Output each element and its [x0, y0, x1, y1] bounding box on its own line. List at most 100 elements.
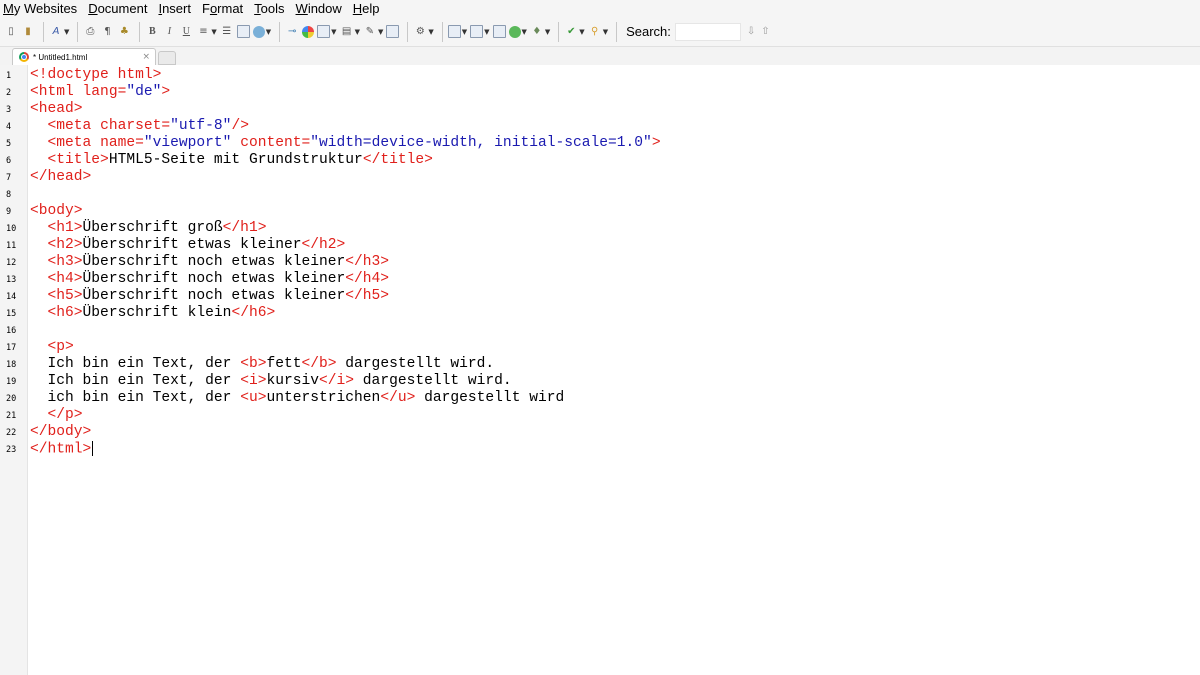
font-style-button[interactable]: A ▼ [49, 21, 70, 43]
validate-button[interactable]: ✔ ▼ [564, 21, 585, 43]
line-number: 14 [6, 292, 17, 302]
dropdown-arrow-icon: ▼ [579, 27, 585, 36]
pages-button[interactable] [386, 21, 400, 43]
code-line: <html lang="de"> [30, 84, 170, 101]
paste-icon: ▮ [25, 26, 31, 37]
code-tag: </h3> [345, 254, 390, 270]
italic-button[interactable]: I [162, 21, 176, 43]
print-button[interactable]: ⎙ [83, 21, 97, 43]
menu-bar: My Websites Document Insert Format Tools… [0, 0, 1200, 17]
window-icon [470, 25, 484, 38]
color-button[interactable] [302, 21, 315, 43]
list-button[interactable]: ☰ [220, 21, 234, 43]
menu-format[interactable]: Format [199, 1, 243, 16]
publish-button[interactable]: ♦ ▼ [530, 21, 550, 43]
settings-button[interactable]: ⚙ ▼ [413, 21, 434, 43]
code-text: Überschrift etwas kleiner [82, 237, 302, 253]
preview-icon [492, 25, 506, 38]
link-button[interactable]: ⊸ [285, 21, 299, 43]
menu-window[interactable]: Window [293, 1, 342, 16]
bold-button[interactable]: B [145, 21, 159, 43]
italic-icon: I [167, 26, 172, 37]
window-button[interactable]: ▼ [470, 21, 490, 43]
code-tag: <head> [30, 101, 83, 117]
code-tag: <p> [47, 339, 74, 355]
code-tag: <h6> [47, 305, 83, 321]
line-number: 4 [6, 122, 12, 132]
code-line: Ich bin ein Text, der <b>fett</b> darges… [30, 356, 495, 373]
code-text: Ich bin ein Text, der [30, 373, 241, 389]
pilcrow-icon: ¶ [104, 26, 111, 37]
code-editor[interactable]: 1 2 3 4 5 6 7 8 9 10 11 12 13 14 15 16 17 18 19 20 21 22 23 <!… [0, 65, 1200, 675]
paragraph-button[interactable]: ¶ [100, 21, 114, 43]
dropdown-arrow-icon: ▼ [521, 27, 527, 36]
menu-document[interactable]: Document [85, 1, 147, 16]
dropdown-arrow-icon: ▼ [64, 27, 70, 36]
bold-icon: B [149, 26, 156, 37]
code-text: Überschrift noch etwas kleiner [82, 271, 346, 287]
code-line: <title>HTML5-Seite mit Grundstruktur</ti… [30, 152, 433, 169]
toolbar-separator [43, 21, 44, 42]
code-tag: </h4> [345, 271, 390, 287]
code-text: Überschrift groß [82, 220, 223, 236]
bullet-list-icon: ☰ [222, 26, 232, 37]
code-tag: </title> [362, 152, 433, 168]
paste-button[interactable]: ▮ [21, 21, 35, 43]
spellcheck-button[interactable]: ♣ [117, 21, 131, 43]
preview-button[interactable] [492, 21, 506, 43]
code-attr: lang= [82, 84, 127, 100]
code-line: </body> [30, 424, 91, 441]
search-next-button[interactable]: ⇩ [747, 26, 755, 37]
code-line: <h2>Überschrift etwas kleiner</h2> [30, 237, 346, 254]
menu-tools[interactable]: Tools [251, 1, 284, 16]
align-left-icon: ≡ [199, 26, 208, 37]
code-text: Überschrift noch etwas kleiner [82, 288, 346, 304]
search-previous-button[interactable]: ⇧ [761, 26, 769, 37]
code-val: "viewport" [143, 135, 232, 151]
dropdown-arrow-icon: ▼ [461, 27, 468, 36]
dropdown-arrow-icon: ▼ [211, 27, 217, 36]
print-icon: ⎙ [86, 26, 95, 37]
copy-button[interactable]: ▯ [4, 21, 18, 43]
line-number: 9 [6, 207, 12, 217]
dropdown-arrow-icon: ▼ [544, 27, 551, 36]
new-page-button[interactable]: ▼ [447, 21, 468, 43]
menu-my-websites[interactable]: My Websites [0, 1, 77, 16]
code-line: <h5>Überschrift noch etwas kleiner</h5> [30, 288, 390, 305]
code-tag: <h4> [47, 271, 83, 287]
code-text: dargestellt wird [415, 390, 565, 406]
line-number: 16 [6, 326, 17, 336]
align-button[interactable]: ≡ ▼ [196, 21, 217, 43]
search-input[interactable] [674, 22, 741, 41]
image-button[interactable]: ▼ [252, 21, 271, 43]
menu-help[interactable]: Help [350, 1, 380, 16]
close-icon[interactable]: × [142, 52, 150, 62]
code-tag: </p> [47, 407, 83, 423]
line-number: 6 [6, 156, 12, 166]
line-number: 1 [6, 71, 12, 81]
code-val: "width=device-width, initial-scale=1.0" [310, 135, 652, 151]
line-number: 2 [6, 88, 12, 98]
dropdown-arrow-icon: ▼ [377, 27, 384, 36]
tab-untitled1[interactable]: * Untitled1.html × [12, 48, 156, 65]
dropdown-arrow-icon: ▼ [428, 27, 434, 36]
new-tab-button[interactable] [158, 51, 176, 65]
edit-button[interactable]: ✎ ▼ [363, 21, 384, 43]
underline-button[interactable]: U [179, 21, 193, 43]
code-tag: </h6> [231, 305, 276, 321]
grid-button[interactable]: ▼ [317, 21, 337, 43]
find-button[interactable]: ⚲ ▼ [588, 21, 608, 43]
code-text: Ich bin ein Text, der [30, 356, 241, 372]
menu-insert[interactable]: Insert [155, 1, 191, 16]
browser-button[interactable]: ▼ [508, 21, 527, 43]
code-line: <p> [30, 339, 74, 356]
toolbar: ▯ ▮ A ▼ ⎙ ¶ ♣ B I U ≡ ▼ ☰ ▼ ⊸ ▼ ▤ ▼ ✎ ▼ ⚙ ▼ ▼… [0, 17, 1200, 47]
toolbar-separator [616, 21, 618, 42]
line-number: 13 [6, 275, 17, 285]
layout-button[interactable]: ▤ ▼ [340, 21, 360, 43]
table-button[interactable] [236, 21, 250, 43]
